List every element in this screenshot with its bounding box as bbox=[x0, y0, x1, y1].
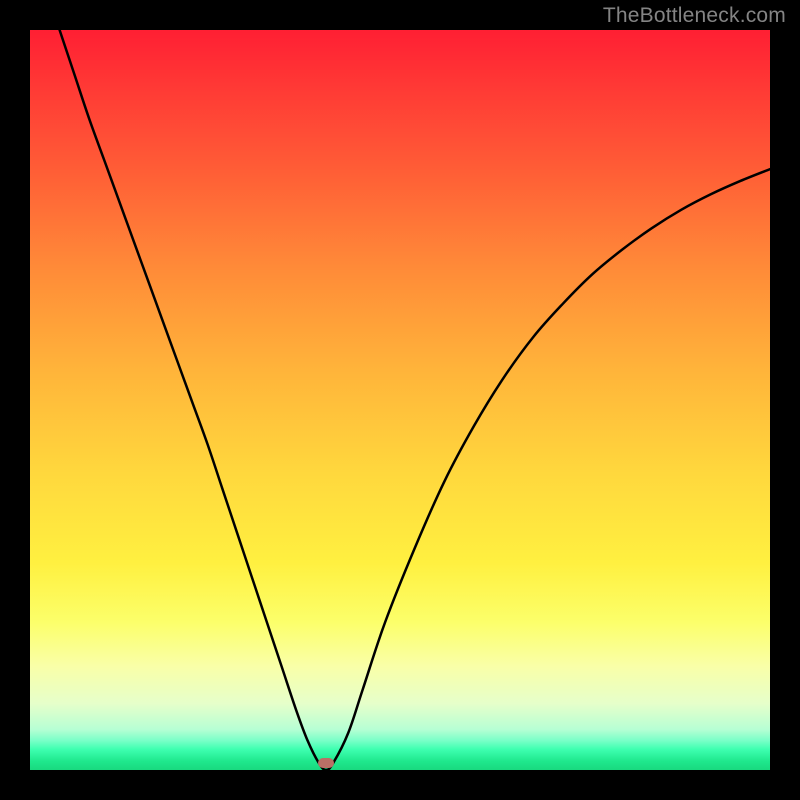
minimum-marker bbox=[318, 758, 334, 768]
bottleneck-curve bbox=[60, 30, 770, 770]
watermark-text: TheBottleneck.com bbox=[603, 4, 786, 28]
plot-area bbox=[30, 30, 770, 770]
chart-frame: TheBottleneck.com bbox=[0, 0, 800, 800]
curve-svg bbox=[30, 30, 770, 770]
